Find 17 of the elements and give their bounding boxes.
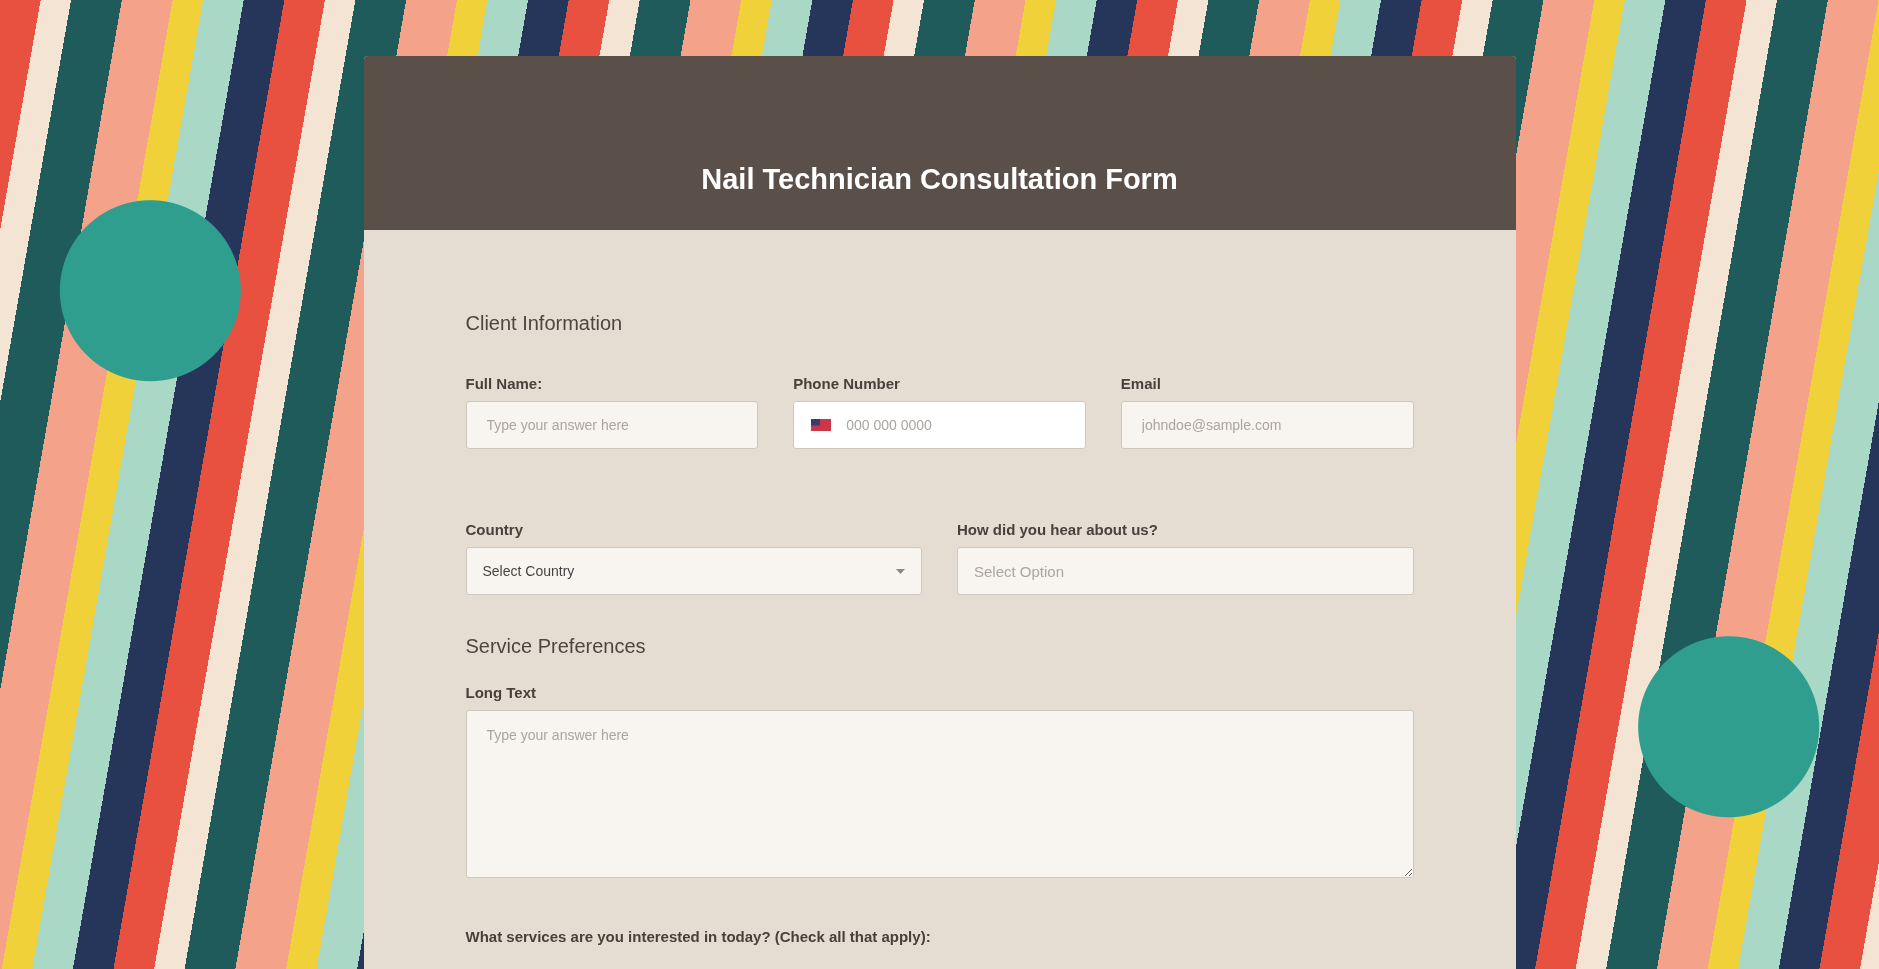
phone-field[interactable]: 000 000 0000 (793, 401, 1086, 449)
section-heading: Client Information (465, 312, 624, 335)
caret-icon (896, 568, 905, 574)
flag-icon (811, 419, 832, 431)
section-heading: Service Preferences (465, 635, 647, 658)
field-label: How did you hear about us? (957, 521, 1159, 538)
field-label: Long Text (465, 684, 538, 701)
field-label: Full Name: (465, 375, 544, 392)
text-area[interactable]: Type your answer here (465, 710, 1414, 878)
input-field[interactable]: Type your answer here (465, 401, 759, 449)
field-label: Email (1120, 375, 1162, 392)
input-field[interactable]: johndoe@sample.com (1120, 401, 1414, 449)
form-title: Nail Technician Consultation Form (701, 163, 1178, 196)
question-label: What services are you interested in today? (Check all that apply): (465, 928, 932, 945)
field-label: Country (465, 521, 524, 538)
field-label: Phone Number (793, 375, 901, 392)
dropdown[interactable]: Select Country (465, 547, 922, 595)
